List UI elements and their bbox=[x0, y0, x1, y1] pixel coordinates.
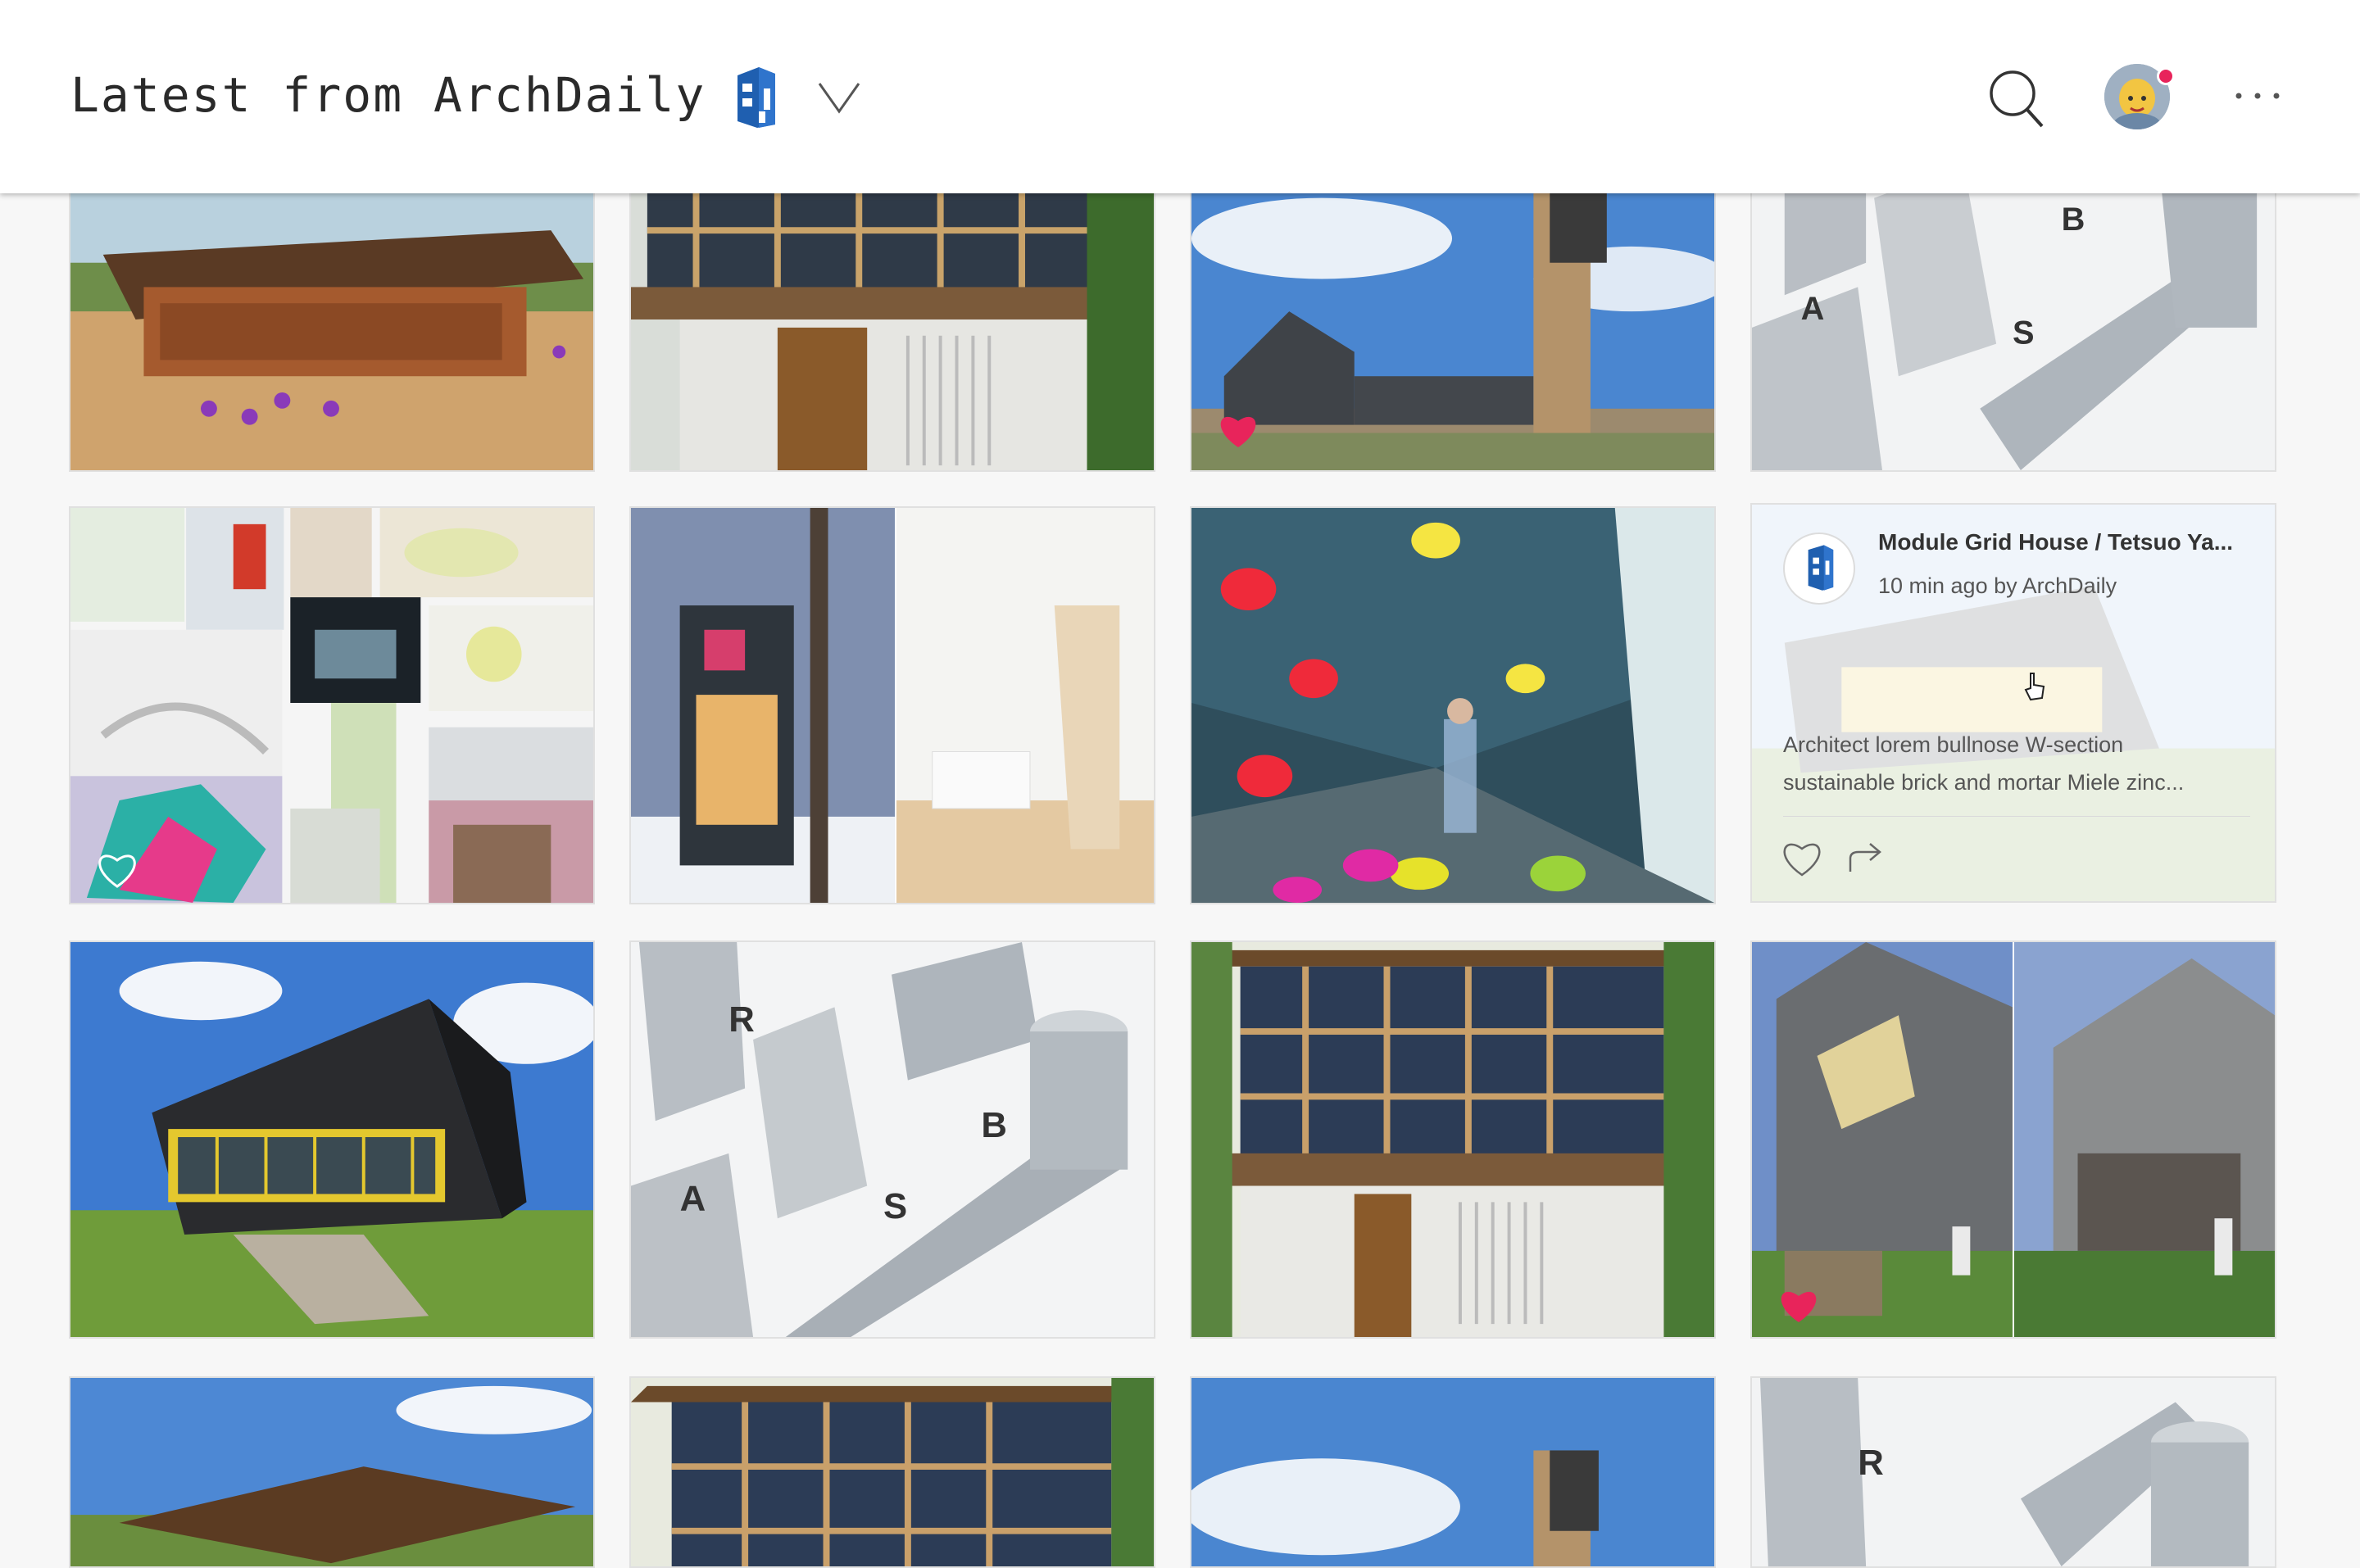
card-divider bbox=[1783, 816, 2250, 817]
hand-cursor-icon bbox=[2024, 673, 2045, 701]
notification-dot bbox=[2157, 67, 2175, 85]
heart-outline-icon[interactable] bbox=[1780, 839, 1824, 878]
like-heart-outline-icon[interactable] bbox=[95, 850, 139, 890]
svg-text:S: S bbox=[883, 1186, 907, 1226]
feed-tile-school-brick-building[interactable] bbox=[69, 1376, 595, 1568]
svg-text:S: S bbox=[2013, 315, 2035, 351]
card-title[interactable]: Module Grid House / Tetsuo Ya... bbox=[1878, 529, 2233, 555]
chevron-down-icon[interactable] bbox=[816, 79, 862, 115]
feed-tile-city-model-letters[interactable]: R B A S bbox=[629, 940, 1155, 1339]
feed-tile-grey-brick-house-split[interactable] bbox=[1750, 940, 2276, 1339]
svg-text:R: R bbox=[1858, 1443, 1884, 1483]
svg-text:A: A bbox=[1801, 291, 1825, 327]
feed-tile-climbing-wall-interior[interactable] bbox=[1190, 506, 1716, 904]
feed-tile-city-model-letters[interactable]: B A S bbox=[1750, 164, 2276, 472]
like-heart-filled-icon[interactable] bbox=[1777, 1286, 1821, 1326]
feed-tile-module-grid-house-facade[interactable] bbox=[629, 164, 1155, 472]
svg-text:A: A bbox=[680, 1178, 706, 1218]
feed-tile-tower-house-blue-sky[interactable] bbox=[1190, 164, 1716, 472]
card-meta: 10 min ago by ArchDaily bbox=[1878, 573, 2117, 598]
search-icon[interactable] bbox=[1988, 69, 2045, 129]
feed-tile-winter-house-interior-split[interactable] bbox=[629, 506, 1155, 904]
feed-tile-tower-house-blue-sky[interactable] bbox=[1190, 1376, 1716, 1568]
feed-tile-module-grid-house-facade[interactable] bbox=[1190, 940, 1716, 1339]
archdaily-logo-avatar[interactable] bbox=[1783, 532, 1855, 605]
more-horizontal-icon[interactable] bbox=[2232, 84, 2283, 108]
feed-tile-collage-architecture-models[interactable] bbox=[69, 506, 595, 904]
archdaily-building-logo-icon[interactable] bbox=[734, 64, 778, 129]
like-heart-filled-icon[interactable] bbox=[1216, 411, 1260, 451]
svg-text:B: B bbox=[981, 1105, 1007, 1145]
feed-tile-city-model-letters[interactable]: R bbox=[1750, 1376, 2276, 1568]
top-header: Latest from ArchDaily bbox=[0, 0, 2360, 193]
feed-tile-black-angled-building[interactable] bbox=[69, 940, 595, 1339]
feed-tile-module-grid-house-card[interactable]: Module Grid House / Tetsuo Ya... 10 min … bbox=[1750, 503, 2276, 903]
feed-tile-module-grid-house-facade[interactable] bbox=[629, 1376, 1155, 1568]
feed-tile-school-brick-building[interactable] bbox=[69, 164, 595, 472]
share-arrow-icon[interactable] bbox=[1845, 837, 1886, 875]
svg-text:R: R bbox=[728, 999, 755, 1040]
svg-text:B: B bbox=[2062, 202, 2085, 238]
card-description: Architect lorem bullnose W-section susta… bbox=[1783, 732, 2185, 795]
page-title: Latest from ArchDaily bbox=[70, 67, 706, 123]
